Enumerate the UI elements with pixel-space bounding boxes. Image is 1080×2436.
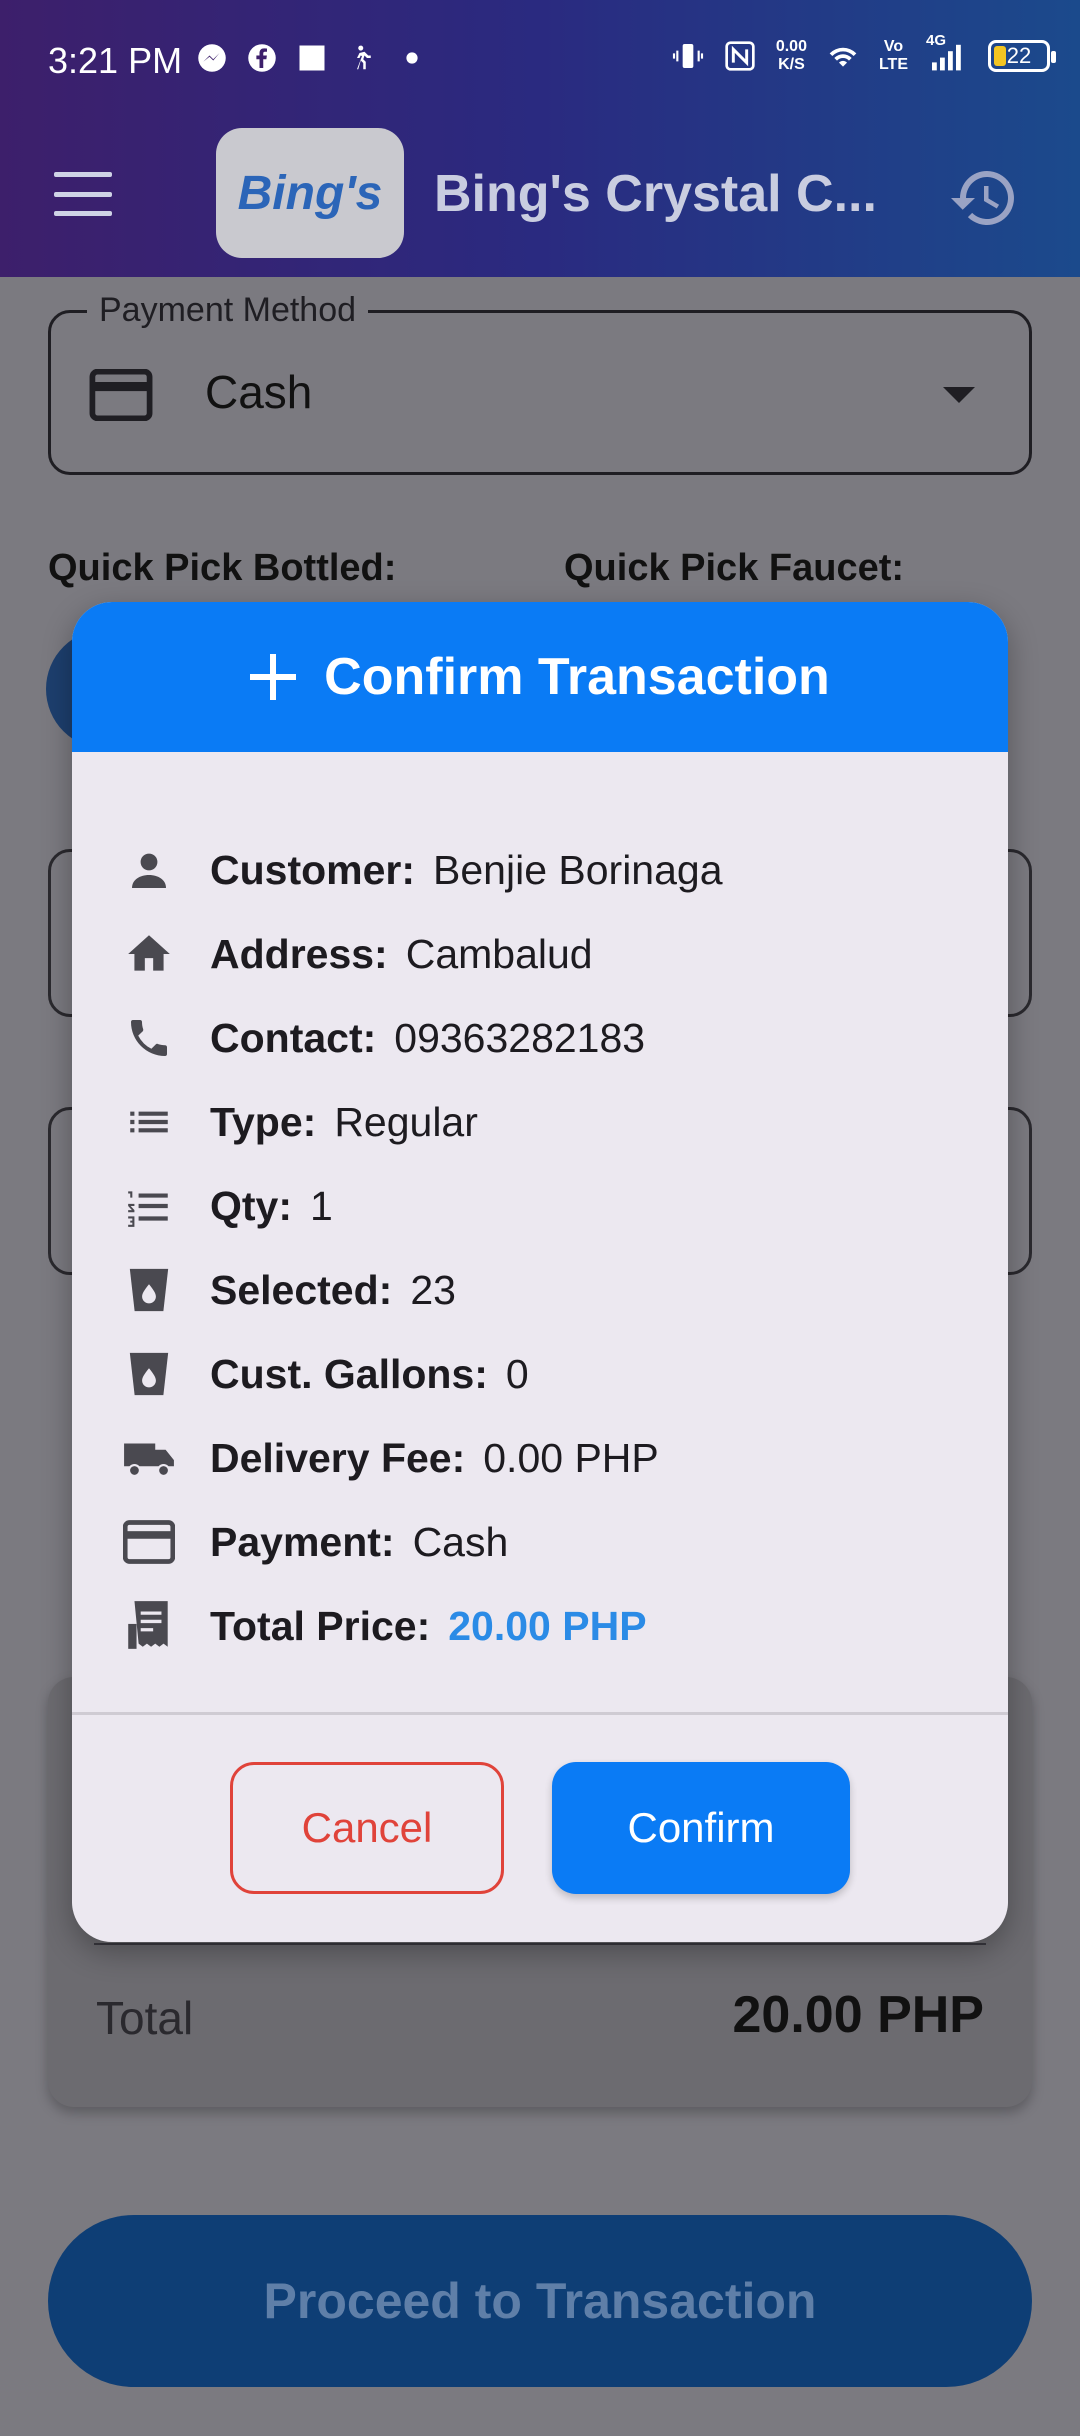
payment-method-label: Payment Method bbox=[87, 291, 369, 330]
detail-row-customer: Customer: Benjie Borinaga bbox=[122, 828, 723, 912]
net-speed: 0.00 K/S bbox=[775, 38, 807, 73]
detail-row-contact: Contact: 09363282183 bbox=[122, 996, 723, 1080]
truck-icon bbox=[122, 1431, 176, 1485]
vibrate-icon bbox=[672, 40, 704, 72]
detail-row-total-price: Total Price: 20.00 PHP bbox=[122, 1584, 723, 1668]
app-title: Bing's Crystal C... bbox=[434, 165, 877, 223]
home-icon bbox=[122, 927, 176, 981]
transaction-details: Customer: Benjie Borinaga Address: Camba… bbox=[122, 828, 723, 1668]
water-cup-icon bbox=[122, 1263, 176, 1317]
square-icon bbox=[296, 42, 328, 74]
top-bar: 3:21 PM 0.00 K/S Vo LTE 4G 22 Bing's Bin… bbox=[0, 0, 1080, 277]
status-time: 3:21 PM bbox=[48, 40, 183, 81]
volte-indicator: Vo LTE bbox=[878, 38, 908, 73]
dot-icon bbox=[396, 42, 428, 74]
detail-row-selected: Selected: 23 bbox=[122, 1248, 723, 1332]
detail-row-delivery-fee: Delivery Fee: 0.00 PHP bbox=[122, 1416, 723, 1500]
app-bar: Bing's Bing's Crystal C... bbox=[0, 120, 1080, 277]
plus-icon bbox=[250, 654, 297, 700]
dialog-header: Confirm Transaction bbox=[72, 602, 1008, 752]
confirm-button[interactable]: Confirm bbox=[552, 1762, 850, 1894]
detail-row-payment: Payment: Cash bbox=[122, 1500, 723, 1584]
quick-pick-faucet-label: Quick Pick Faucet: bbox=[564, 547, 905, 589]
person-icon bbox=[122, 843, 176, 897]
payment-method-dropdown[interactable]: Payment Method Cash bbox=[48, 291, 1032, 475]
running-icon bbox=[346, 42, 378, 74]
quick-pick-bottled-label: Quick Pick Bottled: bbox=[48, 547, 397, 589]
detail-row-address: Address: Cambalud bbox=[122, 912, 723, 996]
numbered-list-icon bbox=[122, 1179, 176, 1233]
signal-icon: 4G bbox=[926, 32, 968, 72]
proceed-button[interactable]: Proceed to Transaction bbox=[48, 2215, 1032, 2387]
chevron-down-icon bbox=[943, 387, 975, 403]
cancel-button[interactable]: Cancel bbox=[230, 1762, 504, 1894]
app-logo: Bing's bbox=[216, 128, 404, 258]
status-bar: 3:21 PM 0.00 K/S Vo LTE 4G 22 bbox=[0, 0, 1080, 120]
messenger-icon bbox=[196, 42, 228, 74]
payment-method-value: Cash bbox=[205, 366, 313, 418]
receipt-icon bbox=[122, 1599, 176, 1653]
phone-icon bbox=[122, 1011, 176, 1065]
facebook-icon bbox=[246, 42, 278, 74]
detail-row-qty: Qty: 1 bbox=[122, 1164, 723, 1248]
dialog-title: Confirm Transaction bbox=[324, 648, 830, 706]
credit-card-icon bbox=[89, 368, 153, 426]
detail-row-cust-gallons: Cust. Gallons: 0 bbox=[122, 1332, 723, 1416]
wifi-icon bbox=[827, 40, 859, 72]
confirm-transaction-dialog: Confirm Transaction Customer: Benjie Bor… bbox=[72, 602, 1008, 1942]
nfc-icon bbox=[724, 40, 756, 72]
history-icon[interactable] bbox=[948, 162, 1020, 234]
menu-icon[interactable] bbox=[54, 172, 112, 216]
battery-icon: 22 bbox=[988, 40, 1056, 72]
detail-row-type: Type: Regular bbox=[122, 1080, 723, 1164]
total-value: 20.00 PHP bbox=[732, 1986, 985, 2044]
list-icon bbox=[122, 1095, 176, 1149]
credit-card-icon bbox=[122, 1515, 176, 1569]
water-cup-icon bbox=[122, 1347, 176, 1401]
total-label: Total bbox=[96, 1992, 194, 2044]
